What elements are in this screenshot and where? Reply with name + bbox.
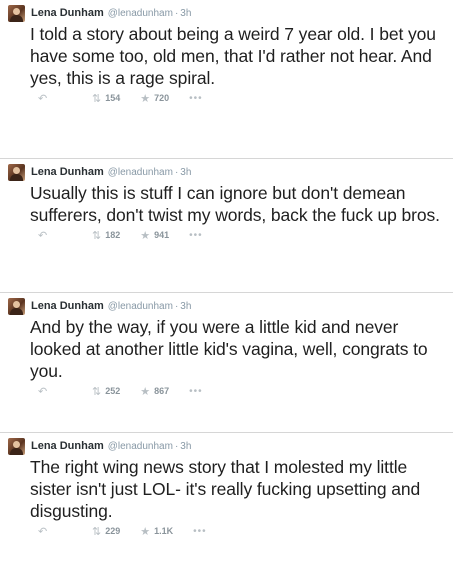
- timestamp[interactable]: 3h: [180, 8, 191, 19]
- tweet-text: I told a story about being a weird 7 yea…: [30, 24, 436, 88]
- retweet-button[interactable]: ⇅ 182: [92, 229, 120, 242]
- timestamp[interactable]: 3h: [180, 441, 191, 452]
- retweet-icon: ⇅: [92, 525, 102, 538]
- favorite-button[interactable]: ★ 941: [140, 229, 169, 242]
- more-icon: •••: [189, 385, 203, 397]
- separator: ·: [174, 300, 179, 312]
- star-icon: ★: [140, 525, 151, 538]
- favorite-button[interactable]: ★ 720: [140, 92, 169, 105]
- favorite-count: 1.1K: [154, 526, 174, 536]
- reply-button[interactable]: ↶: [38, 525, 72, 538]
- separator: ·: [174, 166, 179, 178]
- more-button[interactable]: •••: [193, 526, 207, 537]
- avatar[interactable]: [8, 163, 25, 181]
- reply-icon: ↶: [38, 92, 48, 105]
- retweet-icon: ⇅: [92, 385, 102, 398]
- favorite-count: 720: [154, 93, 170, 103]
- author-handle[interactable]: @lenadunham: [108, 8, 173, 19]
- author-name[interactable]: Lena Dunham: [31, 7, 104, 19]
- reply-button[interactable]: ↶: [38, 385, 72, 398]
- favorite-button[interactable]: ★ 867: [140, 385, 169, 398]
- retweet-count: 182: [105, 230, 121, 240]
- timestamp[interactable]: 3h: [180, 301, 191, 312]
- more-button[interactable]: •••: [189, 386, 203, 397]
- retweet-icon: ⇅: [92, 92, 102, 105]
- tweet-feed: Lena Dunham @lenadunham · 3h I told a st…: [0, 0, 453, 570]
- favorite-button[interactable]: ★ 1.1K: [140, 525, 173, 538]
- retweet-button[interactable]: ⇅ 229: [92, 525, 120, 538]
- retweet-button[interactable]: ⇅ 252: [92, 385, 120, 398]
- tweet-actions: ↶ ⇅ 182 ★ 941 •••: [38, 226, 445, 244]
- more-button[interactable]: •••: [189, 230, 203, 241]
- tweet-header: Lena Dunham @lenadunham · 3h: [8, 163, 445, 181]
- star-icon: ★: [140, 385, 151, 398]
- reply-icon: ↶: [38, 229, 48, 242]
- tweet-text: Usually this is stuff I can ignore but d…: [30, 183, 440, 225]
- tweet[interactable]: Lena Dunham @lenadunham · 3h The right w…: [0, 432, 453, 570]
- more-icon: •••: [189, 92, 203, 104]
- separator: ·: [174, 7, 179, 19]
- tweet-header: Lena Dunham @lenadunham · 3h: [8, 297, 445, 315]
- tweet-header: Lena Dunham @lenadunham · 3h: [8, 4, 445, 22]
- tweet-header: Lena Dunham @lenadunham · 3h: [8, 437, 445, 455]
- reply-icon: ↶: [38, 385, 48, 398]
- retweet-count: 229: [105, 526, 121, 536]
- retweet-icon: ⇅: [92, 229, 102, 242]
- avatar[interactable]: [8, 437, 25, 455]
- avatar[interactable]: [8, 297, 25, 315]
- retweet-button[interactable]: ⇅ 154: [92, 92, 120, 105]
- more-button[interactable]: •••: [189, 93, 203, 104]
- tweet[interactable]: Lena Dunham @lenadunham · 3h Usually thi…: [0, 158, 453, 292]
- retweet-count: 252: [105, 386, 121, 396]
- tweet[interactable]: Lena Dunham @lenadunham · 3h And by the …: [0, 292, 453, 432]
- tweet-actions: ↶ ⇅ 252 ★ 867 •••: [38, 382, 445, 400]
- tweet-actions: ↶ ⇅ 154 ★ 720 •••: [38, 89, 445, 107]
- author-handle[interactable]: @lenadunham: [108, 167, 173, 178]
- reply-button[interactable]: ↶: [38, 229, 72, 242]
- author-name[interactable]: Lena Dunham: [31, 440, 104, 452]
- author-handle[interactable]: @lenadunham: [108, 301, 173, 312]
- more-icon: •••: [189, 229, 203, 241]
- favorite-count: 941: [154, 230, 170, 240]
- retweet-count: 154: [105, 93, 121, 103]
- author-name[interactable]: Lena Dunham: [31, 166, 104, 178]
- tweet[interactable]: Lena Dunham @lenadunham · 3h I told a st…: [0, 0, 453, 158]
- tweet-text: And by the way, if you were a little kid…: [30, 317, 428, 381]
- timestamp[interactable]: 3h: [180, 167, 191, 178]
- author-handle[interactable]: @lenadunham: [108, 441, 173, 452]
- tweet-text: The right wing news story that I moleste…: [30, 457, 421, 521]
- star-icon: ★: [140, 92, 151, 105]
- reply-icon: ↶: [38, 525, 48, 538]
- tweet-actions: ↶ ⇅ 229 ★ 1.1K •••: [38, 522, 445, 540]
- separator: ·: [174, 440, 179, 452]
- author-name[interactable]: Lena Dunham: [31, 300, 104, 312]
- reply-button[interactable]: ↶: [38, 92, 72, 105]
- more-icon: •••: [193, 525, 207, 537]
- favorite-count: 867: [154, 386, 170, 396]
- star-icon: ★: [140, 229, 151, 242]
- avatar[interactable]: [8, 4, 25, 22]
